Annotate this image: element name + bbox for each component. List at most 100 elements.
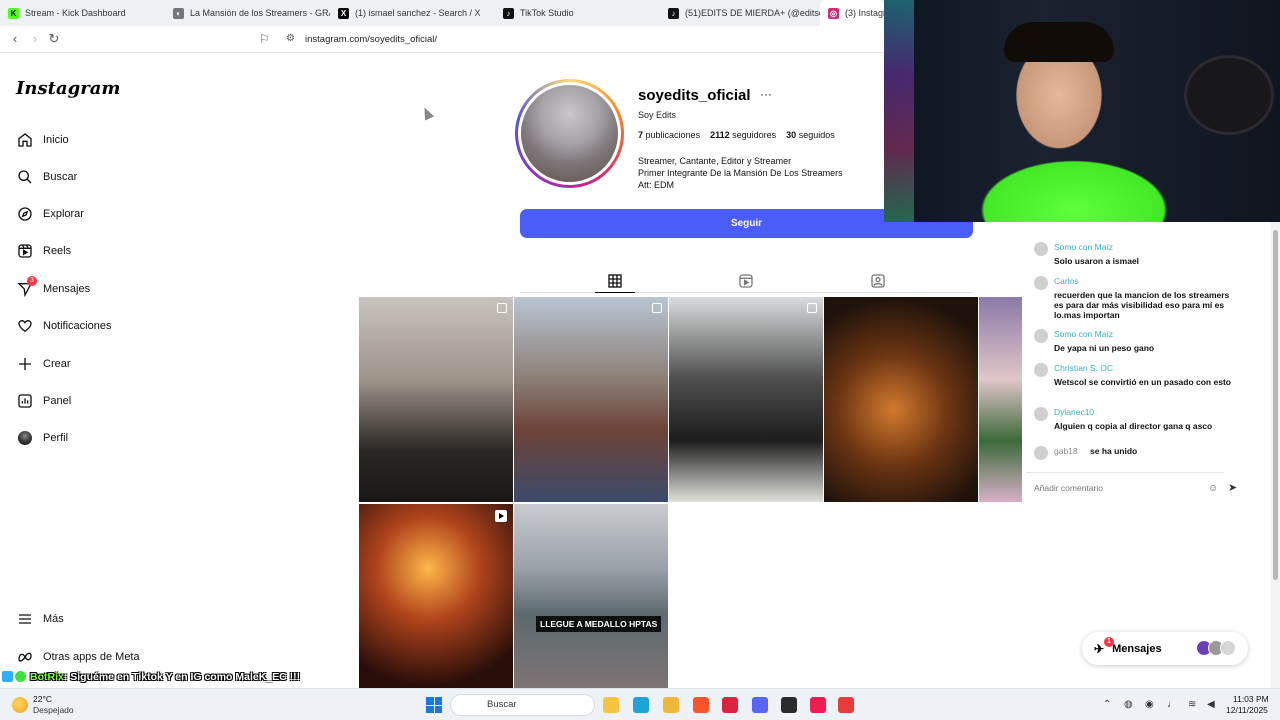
sidebar-item-meta-apps[interactable]: Otras apps de Meta — [16, 646, 140, 668]
taskbar-search[interactable]: Buscar — [450, 694, 595, 716]
post-thumbnail[interactable] — [359, 504, 513, 688]
tab-label: La Mansión de los Streamers - GRAN — [190, 8, 330, 18]
posts-stat: 7 publicaciones — [638, 130, 701, 140]
search-icon — [16, 169, 33, 186]
unread-badge: 3 — [27, 275, 37, 286]
headset — [1184, 55, 1274, 135]
screen: K Stream - Kick Dashboard ◐ La Mansión d… — [0, 0, 1280, 720]
instagram-icon: ◎ — [828, 7, 839, 19]
x-icon: X — [338, 7, 349, 19]
tab-kick-dashboard[interactable]: K Stream - Kick Dashboard — [0, 0, 165, 26]
scrollbar[interactable] — [1271, 222, 1280, 688]
avatar — [1034, 242, 1048, 256]
post-thumbnail[interactable] — [979, 297, 1022, 502]
windows-start-icon[interactable] — [426, 697, 442, 713]
post-thumbnail[interactable] — [824, 297, 978, 502]
forward-icon[interactable]: › — [28, 32, 42, 46]
messages-popup-button[interactable]: ✈ 1 Mensajes — [1082, 632, 1248, 665]
reels-tab-icon[interactable] — [738, 273, 754, 289]
post-thumbnail[interactable] — [669, 297, 823, 502]
avatar — [16, 430, 33, 447]
folder-icon[interactable] — [663, 697, 679, 713]
tab-edits[interactable]: ♪ (51)EDITS DE MIERDA+ (@editsdem — [660, 0, 820, 26]
app-red-icon[interactable] — [722, 697, 738, 713]
tab-label: (3) Instagra — [845, 8, 884, 18]
wifi-icon[interactable]: ≋ — [1188, 699, 1196, 710]
sidebar-item-mas[interactable]: Más — [16, 608, 64, 630]
sidebar-item-crear[interactable]: Crear — [16, 353, 71, 375]
chat-text: De yapa ni un peso gano — [1054, 343, 1155, 353]
weather-sun-icon[interactable] — [12, 697, 28, 713]
home-icon — [16, 132, 33, 149]
live-chat-overlay: Somo con Maíz Solo usaron a ismael Carlo… — [1022, 222, 1250, 510]
tab-x-search[interactable]: X (1) ismael sanchez - Search / X — [330, 0, 495, 26]
chevron-up-icon[interactable]: ⌃ — [1103, 699, 1111, 710]
url-field[interactable]: instagram.com/soyedits_oficial/ — [305, 34, 437, 45]
carousel-icon — [807, 303, 817, 313]
clock-date: 12/11/2025 — [1226, 705, 1268, 715]
sidebar-item-explorar[interactable]: Explorar — [16, 203, 84, 225]
messages-label: Mensajes — [1112, 642, 1162, 655]
post-thumbnail[interactable] — [514, 297, 668, 502]
sidebar-item-panel[interactable]: Panel — [16, 390, 71, 412]
reload-icon[interactable]: ↻ — [47, 32, 61, 46]
network-icon[interactable]: ◉ — [1145, 699, 1154, 710]
chat-text: Wetscol se convirtió en un pasado con es… — [1054, 377, 1231, 387]
webcam-overlay — [884, 0, 1280, 222]
sidebar-item-inicio[interactable]: Inicio — [16, 129, 69, 151]
profile-stats: 7 publicaciones 2112 seguidores 30 segui… — [638, 130, 835, 140]
discord-icon[interactable] — [752, 697, 768, 713]
clock-time: 11:03 PM — [1233, 694, 1269, 704]
sidebar-item-label: Mensajes — [43, 283, 91, 295]
sidebar-item-buscar[interactable]: Buscar — [16, 166, 77, 188]
chat-text: Solo usaron a ismael — [1054, 256, 1140, 266]
send-icon[interactable]: ➤ — [1228, 481, 1237, 494]
volume-icon[interactable]: ◀ — [1207, 699, 1215, 710]
obs-icon[interactable] — [781, 697, 797, 713]
brave-icon[interactable] — [693, 697, 709, 713]
tab-tiktok-studio[interactable]: ♪ TikTok Studio — [495, 0, 660, 26]
tiktok-icon: ♪ — [503, 7, 514, 19]
sidebar-item-reels[interactable]: Reels — [16, 240, 71, 262]
heart-icon — [16, 318, 33, 335]
emoji-icon[interactable]: ☺ — [1208, 483, 1218, 494]
bio-line: Primer Integrante De la Mansión De Los S… — [638, 168, 843, 178]
back-icon[interactable]: ‹ — [8, 32, 22, 46]
windows-taskbar: 22°C Despejado ⌕ Buscar ⌃ ◍ ◉ ♩ ≋ ◀ 11:0… — [0, 688, 1280, 720]
followers-stat[interactable]: 2112 seguidores — [710, 130, 776, 140]
profile-full-name: Soy Edits — [638, 110, 677, 120]
profile-username: soyedits_oficial — [638, 87, 751, 104]
more-options-icon[interactable]: ··· — [760, 87, 772, 101]
post-thumbnail[interactable]: LLEGUE A MEDALLO HPTAS — [514, 504, 668, 688]
tagged-icon[interactable] — [870, 273, 886, 289]
comment-input[interactable]: Añadir comentario — [1026, 472, 1224, 502]
reel-icon — [495, 510, 507, 522]
chat-text: recuerden que la mancion de los streamer… — [1054, 290, 1230, 320]
file-explorer-icon[interactable] — [603, 697, 619, 713]
site-info-icon[interactable]: ⚙ — [286, 33, 295, 44]
grid-icon[interactable] — [607, 273, 623, 289]
tab-instagram[interactable]: ◎ (3) Instagra — [820, 0, 884, 26]
sidebar-item-perfil[interactable]: Perfil — [16, 427, 68, 449]
post-caption-overlay: LLEGUE A MEDALLO HPTAS — [536, 616, 662, 632]
tiktok-icon[interactable] — [810, 697, 826, 713]
post-thumbnail[interactable] — [359, 297, 513, 502]
sidebar-item-label: Otras apps de Meta — [43, 651, 140, 663]
tab-label: (1) ismael sanchez - Search / X — [355, 8, 481, 18]
tab-mansion[interactable]: ◐ La Mansión de los Streamers - GRAN — [165, 0, 330, 26]
chat-username: Carlos — [1054, 276, 1079, 286]
following-stat[interactable]: 30 seguidos — [786, 130, 835, 140]
tab-label: TikTok Studio — [520, 8, 574, 18]
weather-temp: 22°C — [33, 694, 52, 704]
edge-icon[interactable] — [633, 697, 649, 713]
microphone-icon[interactable]: ♩ — [1167, 699, 1177, 710]
instagram-logo[interactable]: Instagram — [16, 78, 120, 99]
app-tray-icon[interactable]: ◍ — [1124, 699, 1133, 710]
text-tool-icon[interactable] — [838, 697, 854, 713]
bookmark-icon[interactable]: ⚐ — [259, 32, 270, 46]
sidebar-item-notificaciones[interactable]: Notificaciones — [16, 315, 111, 337]
tiktok-icon: ♪ — [668, 7, 679, 19]
sidebar-item-mensajes[interactable]: 3 Mensajes — [16, 275, 91, 300]
menu-icon — [16, 611, 33, 628]
profile-picture[interactable] — [515, 79, 624, 188]
